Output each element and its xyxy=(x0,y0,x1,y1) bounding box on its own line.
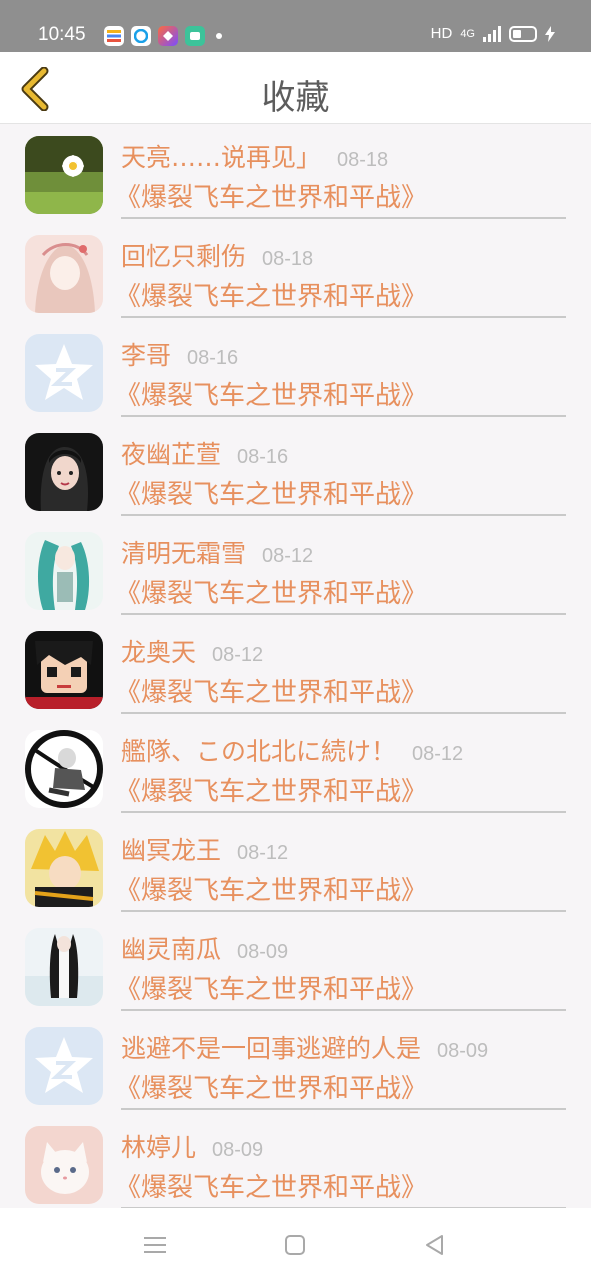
item-name: 李哥 xyxy=(121,341,172,370)
list-item[interactable]: 艦隊、この北北に続け！ 08-12 《爆裂飞车之世界和平战》 xyxy=(0,719,591,818)
item-text: 夜幽芷萱 08-16 《爆裂飞车之世界和平战》 xyxy=(115,435,566,516)
status-bar: 10:45 HD 4G xyxy=(0,0,591,52)
cartoon-boy-avatar xyxy=(25,631,103,709)
blonde-anime-avatar xyxy=(25,829,103,907)
item-text: 幽灵南瓜 08-09 《爆裂飞车之世界和平战》 xyxy=(115,930,566,1011)
default-qq-avatar xyxy=(25,334,103,412)
item-date: 08-12 xyxy=(262,545,314,567)
system-nav-bar xyxy=(0,1208,591,1280)
item-date: 08-12 xyxy=(412,743,464,765)
item-message: 《爆裂飞车之世界和平战》 xyxy=(115,1074,428,1104)
more-notifications-dot xyxy=(216,33,222,39)
list-item[interactable]: 龙奥天 08-12 《爆裂飞车之世界和平战》 xyxy=(0,620,591,719)
item-name: 幽灵南瓜 xyxy=(121,935,222,964)
battery-icon xyxy=(509,25,537,42)
item-name: 龙奥天 xyxy=(121,638,197,667)
item-date: 08-16 xyxy=(237,446,289,468)
network-label: 4G xyxy=(460,27,475,40)
item-date: 08-18 xyxy=(262,248,314,270)
signal-icon xyxy=(483,25,501,42)
item-message: 《爆裂飞车之世界和平战》 xyxy=(115,480,428,510)
item-text: 李哥 08-16 《爆裂飞车之世界和平战》 xyxy=(115,336,566,417)
item-message: 《爆裂飞车之世界和平战》 xyxy=(115,1173,428,1203)
item-message: 《爆裂飞车之世界和平战》 xyxy=(115,381,428,411)
browser-notification-icon xyxy=(131,26,151,46)
item-name: 逃避不是一回事逃避的人是 xyxy=(121,1034,422,1063)
item-date: 08-12 xyxy=(212,644,264,666)
daisy-avatar xyxy=(25,136,103,214)
item-date: 08-09 xyxy=(212,1139,264,1161)
favorites-list: 天亮……说再见」 08-18 《爆裂飞车之世界和平战》 回忆只剩伤 08-18 《爆… xyxy=(0,125,591,1208)
item-message: 《爆裂飞车之世界和平战》 xyxy=(115,876,428,906)
item-date: 08-09 xyxy=(437,1040,489,1062)
list-item[interactable]: 清明无霜雪 08-12 《爆裂飞车之世界和平战》 xyxy=(0,521,591,620)
item-date: 08-09 xyxy=(237,941,289,963)
anime-girl-avatar xyxy=(25,235,103,313)
header: 收藏 xyxy=(0,52,591,124)
menu-button[interactable] xyxy=(140,1230,170,1260)
status-time: 10:45 xyxy=(38,24,86,45)
item-message: 《爆裂飞车之世界和平战》 xyxy=(115,183,428,213)
list-item[interactable]: 幽冥龙王 08-12 《爆裂飞车之世界和平战》 xyxy=(0,818,591,917)
item-text: 回忆只剩伤 08-18 《爆裂飞车之世界和平战》 xyxy=(115,237,566,318)
item-date: 08-16 xyxy=(187,347,239,369)
item-message: 《爆裂飞车之世界和平战》 xyxy=(115,975,428,1005)
hd-label: HD xyxy=(430,25,453,42)
charging-icon xyxy=(545,25,555,42)
item-text: 幽冥龙王 08-12 《爆裂飞车之世界和平战》 xyxy=(115,831,566,912)
home-button[interactable] xyxy=(280,1230,310,1260)
item-name: 林婷儿 xyxy=(121,1133,197,1162)
item-name: 清明无霜雪 xyxy=(121,539,247,568)
list-item[interactable]: 天亮……说再见」 08-18 《爆裂飞车之世界和平战》 xyxy=(0,125,591,224)
item-text: 林婷儿 08-09 《爆裂飞车之世界和平战》 xyxy=(115,1128,566,1208)
back-triangle-icon xyxy=(426,1235,443,1255)
item-date: 08-18 xyxy=(337,149,389,171)
app-notification-icon xyxy=(104,26,124,46)
item-text: 清明无霜雪 08-12 《爆裂飞车之世界和平战》 xyxy=(115,534,566,615)
chat-notification-icon xyxy=(185,26,205,46)
list-item[interactable]: 回忆只剩伤 08-18 《爆裂飞车之世界和平战》 xyxy=(0,224,591,323)
page-title: 收藏 xyxy=(261,78,330,118)
monochrome-anime-avatar xyxy=(25,730,103,808)
notification-icons xyxy=(104,26,222,46)
item-name: 夜幽芷萱 xyxy=(121,440,222,469)
teal-hair-avatar xyxy=(25,532,103,610)
back-nav-button[interactable] xyxy=(420,1230,450,1260)
item-name: 回忆只剩伤 xyxy=(121,242,247,271)
item-date: 08-12 xyxy=(237,842,289,864)
item-text: 逃避不是一回事逃避的人是 08-09 《爆裂飞车之世界和平战》 xyxy=(115,1029,566,1110)
long-hair-girl-avatar xyxy=(25,928,103,1006)
item-message: 《爆裂飞车之世界和平战》 xyxy=(115,579,428,609)
default-qq-avatar xyxy=(25,1027,103,1105)
girl-portrait-avatar xyxy=(25,433,103,511)
menu-icon xyxy=(144,1237,166,1253)
item-name: 天亮……说再见」 xyxy=(121,143,322,172)
home-square-icon xyxy=(285,1235,305,1255)
list-item[interactable]: 夜幽芷萱 08-16 《爆裂飞车之世界和平战》 xyxy=(0,422,591,521)
store-notification-icon xyxy=(158,26,178,46)
item-text: 天亮……说再见」 08-18 《爆裂飞车之世界和平战》 xyxy=(115,138,566,219)
white-cat-avatar xyxy=(25,1126,103,1204)
item-message: 《爆裂飞车之世界和平战》 xyxy=(115,678,428,708)
item-message: 《爆裂飞车之世界和平战》 xyxy=(115,282,428,312)
status-indicators: HD 4G xyxy=(431,25,555,42)
list-item[interactable]: 逃避不是一回事逃避的人是 08-09 《爆裂飞车之世界和平战》 xyxy=(0,1016,591,1115)
list-item[interactable]: 李哥 08-16 《爆裂飞车之世界和平战》 xyxy=(0,323,591,422)
item-name: 幽冥龙王 xyxy=(121,836,222,865)
item-name: 艦隊、この北北に続け！ xyxy=(121,737,397,766)
item-message: 《爆裂飞车之世界和平战》 xyxy=(115,777,428,807)
item-text: 艦隊、この北北に続け！ 08-12 《爆裂飞车之世界和平战》 xyxy=(115,732,566,813)
list-item[interactable]: 幽灵南瓜 08-09 《爆裂飞车之世界和平战》 xyxy=(0,917,591,1016)
item-text: 龙奥天 08-12 《爆裂飞车之世界和平战》 xyxy=(115,633,566,714)
list-item[interactable]: 林婷儿 08-09 《爆裂飞车之世界和平战》 xyxy=(0,1115,591,1208)
